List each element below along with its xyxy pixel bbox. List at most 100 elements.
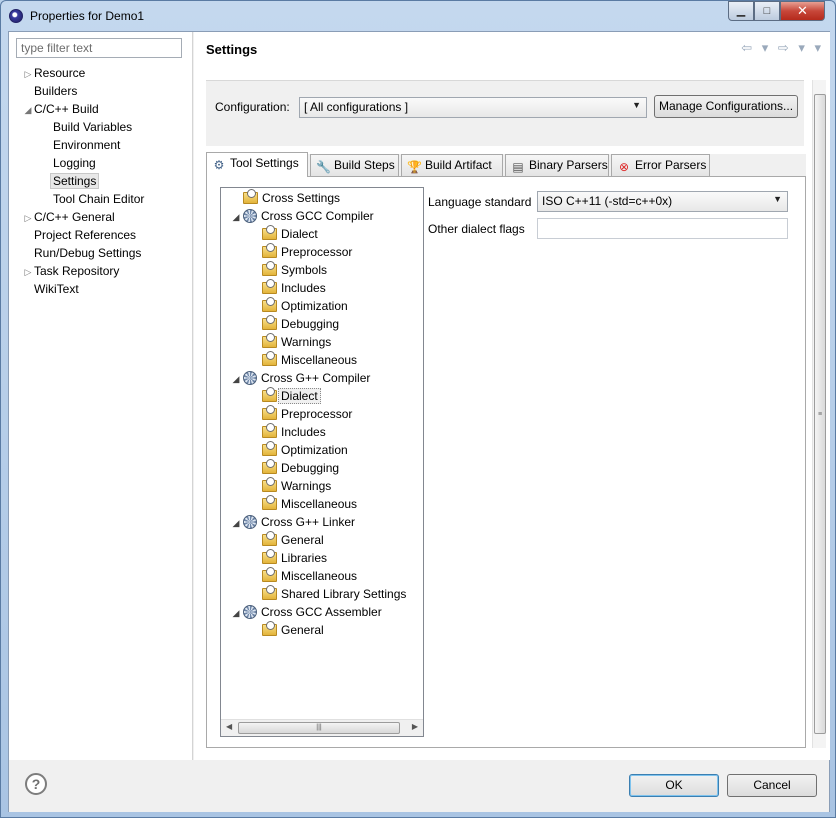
tree-tool-node[interactable]: ◢ Cross G++ Compiler <box>229 369 370 387</box>
option-folder-icon <box>243 189 258 204</box>
option-folder-icon <box>262 333 277 348</box>
scroll-right-icon[interactable]: ▶ <box>412 722 418 731</box>
vertical-scrollbar[interactable]: ≡ <box>812 80 826 748</box>
tree-option-node[interactable]: Includes <box>262 279 326 297</box>
sidebar-item-build-variables[interactable]: Build Variables <box>41 118 132 136</box>
properties-dialog: Properties for Demo1 ▁ □ ✕ ▷ResourceBuil… <box>0 0 836 818</box>
sidebar-item-label: Logging <box>53 156 96 170</box>
sidebar-item-task-repository[interactable]: ▷ Task Repository <box>22 262 120 281</box>
help-icon[interactable]: ? <box>25 773 47 795</box>
sidebar-item-run-debug-settings[interactable]: Run/Debug Settings <box>22 244 141 262</box>
title-bar[interactable]: Properties for Demo1 ▁ □ ✕ <box>1 1 835 31</box>
tree-option-node[interactable]: Preprocessor <box>262 243 352 261</box>
tree-option-node[interactable]: General <box>262 531 324 549</box>
configuration-select[interactable]: [ All configurations ] ▼ <box>299 97 647 118</box>
gear-icon: ⚙ <box>213 158 225 172</box>
tool-gear-icon <box>243 209 257 223</box>
sidebar-item-environment[interactable]: Environment <box>41 136 120 154</box>
sidebar-item-label: Resource <box>34 66 86 80</box>
maximize-button[interactable]: □ <box>754 1 780 21</box>
tree-node-label: Libraries <box>281 551 328 565</box>
tree-option-node[interactable]: Libraries <box>262 549 327 567</box>
tab-label: Build Artifact <box>425 158 492 172</box>
sidebar-item-c-c-build[interactable]: ◢ C/C++ Build <box>22 100 99 118</box>
other-dialect-input[interactable] <box>537 218 788 239</box>
sidebar-item-label: Environment <box>53 138 121 152</box>
language-standard-label: Language standard <box>428 195 532 209</box>
tool-gear-icon <box>243 515 257 529</box>
tree-option-node[interactable]: Miscellaneous <box>262 567 357 585</box>
sidebar-item-logging[interactable]: Logging <box>41 154 96 172</box>
collapse-arrow-icon[interactable]: ◢ <box>229 514 243 532</box>
tree-node-label: Cross GCC Assembler <box>261 605 382 619</box>
ok-button[interactable]: OK <box>629 774 719 797</box>
configuration-label: Configuration: <box>215 100 290 114</box>
sidebar-item-tool-chain-editor[interactable]: Tool Chain Editor <box>41 190 144 208</box>
sidebar-item-label: WikiText <box>34 282 79 296</box>
tree-option-node[interactable]: Dialect <box>262 225 318 243</box>
configuration-value: [ All configurations ] <box>304 100 409 114</box>
tab-error-parsers[interactable]: ⊗ Error Parsers <box>611 154 710 176</box>
dialog-body: ▷ResourceBuilders◢C/C++ BuildBuild Varia… <box>8 31 830 812</box>
collapse-arrow-icon[interactable]: ◢ <box>229 604 243 622</box>
tab-tool-settings[interactable]: ⚙ Tool Settings <box>206 152 308 177</box>
tree-option-node[interactable]: Debugging <box>262 315 339 333</box>
tree-option-node[interactable]: Cross Settings <box>243 189 340 207</box>
tab-binary-parsers[interactable]: ▤ Binary Parsers <box>505 154 609 176</box>
binary-icon: ▤ <box>512 160 524 174</box>
sidebar-item-project-references[interactable]: Project References <box>22 226 136 244</box>
close-button[interactable]: ✕ <box>780 1 825 21</box>
tree-option-node[interactable]: Warnings <box>262 477 331 495</box>
sidebar-item-c-c-general[interactable]: ▷ C/C++ General <box>22 208 115 226</box>
tree-node-label: Debugging <box>281 317 340 331</box>
option-folder-icon <box>262 495 277 510</box>
history-nav-arrows[interactable]: ⇦ ▾ ⇨ ▾ ▾ <box>741 40 824 56</box>
sidebar-item-resource[interactable]: ▷ Resource <box>22 64 86 83</box>
sidebar-item-builders[interactable]: Builders <box>22 82 77 100</box>
option-folder-icon <box>262 405 277 420</box>
expand-arrow-icon[interactable]: ▷ <box>22 263 34 281</box>
scroll-thumb[interactable]: ||| <box>238 722 400 734</box>
manage-configurations-button[interactable]: Manage Configurations... <box>654 95 798 118</box>
tree-option-node[interactable]: Optimization <box>262 441 348 459</box>
cancel-button[interactable]: Cancel <box>727 774 817 797</box>
expand-arrow-icon[interactable]: ▷ <box>22 209 34 227</box>
expand-arrow-icon[interactable]: ◢ <box>22 101 34 119</box>
collapse-arrow-icon[interactable]: ◢ <box>229 370 243 388</box>
tab-build-steps[interactable]: 🔧 Build Steps <box>310 154 399 176</box>
error-icon: ⊗ <box>618 160 630 174</box>
tree-tool-node[interactable]: ◢ Cross GCC Compiler <box>229 207 374 225</box>
tree-option-node[interactable]: Warnings <box>262 333 331 351</box>
tree-node-label: Cross Settings <box>262 191 341 205</box>
sidebar-item-label: Tool Chain Editor <box>53 192 145 206</box>
tree-tool-node[interactable]: ◢ Cross G++ Linker <box>229 513 355 531</box>
option-folder-icon <box>262 549 277 564</box>
tree-node-label: Warnings <box>281 479 332 493</box>
scroll-left-icon[interactable]: ◀ <box>226 722 232 731</box>
tab-build-artifact[interactable]: 🏆 Build Artifact <box>401 154 503 176</box>
expand-arrow-icon[interactable]: ▷ <box>22 65 34 83</box>
filter-input[interactable] <box>16 38 182 58</box>
tree-option-node[interactable]: General <box>262 621 324 639</box>
sidebar-item-settings[interactable]: Settings <box>41 172 100 190</box>
window-title: Properties for Demo1 <box>30 9 145 23</box>
tree-option-node[interactable]: Includes <box>262 423 326 441</box>
tree-option-node[interactable]: Miscellaneous <box>262 495 357 513</box>
tree-option-node[interactable]: Symbols <box>262 261 327 279</box>
tool-tree: Cross Settings ◢ Cross GCC Compiler Dialect… <box>220 187 424 737</box>
tree-tool-node[interactable]: ◢ Cross GCC Assembler <box>229 603 382 621</box>
tree-option-node[interactable]: Dialect <box>262 387 321 405</box>
tree-option-node[interactable]: Shared Library Settings <box>262 585 406 603</box>
tree-option-node[interactable]: Debugging <box>262 459 339 477</box>
collapse-arrow-icon[interactable]: ◢ <box>229 208 243 226</box>
sidebar-item-wikitext[interactable]: WikiText <box>22 280 79 298</box>
tree-option-node[interactable]: Miscellaneous <box>262 351 357 369</box>
sidebar-item-label: Task Repository <box>34 264 120 278</box>
vertical-scroll-thumb[interactable]: ≡ <box>814 94 826 734</box>
tree-option-node[interactable]: Preprocessor <box>262 405 352 423</box>
tab-label: Build Steps <box>334 158 395 172</box>
tree-horizontal-scrollbar[interactable]: ◀ ||| ▶ <box>221 719 423 736</box>
tree-option-node[interactable]: Optimization <box>262 297 348 315</box>
language-standard-select[interactable]: ISO C++11 (-std=c++0x) ▼ <box>537 191 788 212</box>
minimize-button[interactable]: ▁ <box>728 1 754 21</box>
